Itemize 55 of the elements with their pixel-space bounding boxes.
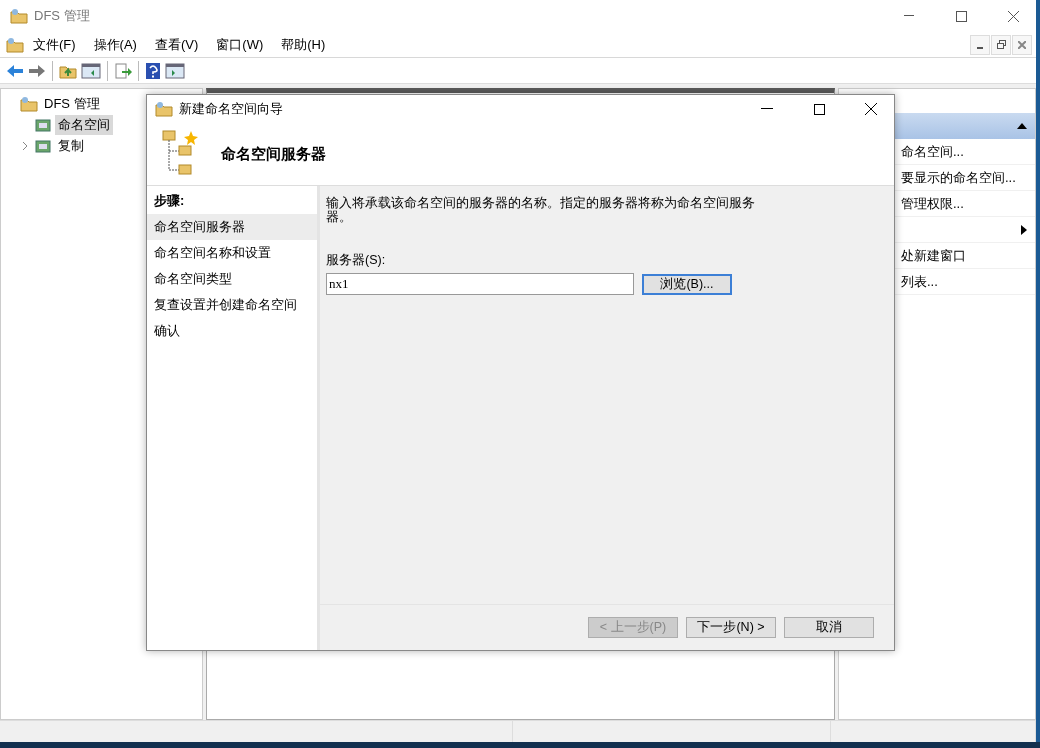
- server-field[interactable]: nx1: [326, 273, 634, 295]
- browse-button[interactable]: 浏览(B)...: [642, 273, 732, 295]
- minimize-icon: [904, 15, 914, 17]
- menu-item[interactable]: 操作(A): [84, 35, 146, 54]
- panel-icon[interactable]: [81, 61, 101, 80]
- forward-arrow-icon[interactable]: [28, 62, 46, 79]
- dialog-title: 新建命名空间向导: [179, 100, 283, 118]
- field-label: 服务器(S):: [326, 252, 387, 269]
- menu-item[interactable]: 查看(V): [145, 35, 208, 54]
- app-icon: [10, 8, 28, 24]
- action-item[interactable]: 命名空间...: [901, 142, 964, 161]
- folder-icon: [20, 95, 38, 112]
- minimize-button[interactable]: [970, 34, 990, 55]
- close-icon: [1007, 10, 1019, 22]
- restore-icon: [996, 40, 1006, 49]
- chevron-icon[interactable]: [21, 140, 29, 151]
- close-icon: [1018, 40, 1026, 49]
- app-icon: [6, 36, 24, 53]
- wizard-button[interactable]: 下一步(N) >: [686, 617, 776, 638]
- help-icon[interactable]: [145, 61, 161, 80]
- wizard-button[interactable]: 取消: [784, 617, 874, 638]
- node-icon: [34, 116, 52, 133]
- minimize-icon: [761, 108, 773, 110]
- restore-button[interactable]: [991, 34, 1011, 55]
- panel-icon[interactable]: [165, 61, 185, 80]
- maximize-icon: [955, 10, 967, 22]
- menu-item[interactable]: 文件(F): [24, 35, 85, 54]
- export-icon[interactable]: [114, 62, 132, 79]
- step-item[interactable]: 命名空间名称和设置: [147, 240, 317, 266]
- tree-item[interactable]: 复制: [55, 135, 87, 156]
- submenu-arrow-icon[interactable]: [1021, 224, 1027, 235]
- step-item[interactable]: 命名空间服务器: [147, 214, 317, 240]
- close-icon: [865, 103, 877, 115]
- action-item[interactable]: 管理权限...: [901, 194, 964, 213]
- action-item[interactable]: 列表...: [901, 272, 938, 291]
- step-item[interactable]: 确认: [147, 318, 317, 344]
- maximize-icon: [813, 103, 825, 115]
- steps-title: 步骤:: [153, 192, 186, 210]
- step-item[interactable]: 复查设置并创建命名空间: [147, 292, 317, 318]
- tree-item[interactable]: DFS 管理: [41, 93, 103, 114]
- action-item[interactable]: 要显示的命名空间...: [901, 168, 1016, 187]
- menu-item[interactable]: 帮助(H): [272, 35, 335, 54]
- page-heading: 命名空间服务器: [221, 144, 326, 164]
- step-item[interactable]: 命名空间类型: [147, 266, 317, 292]
- minimize-icon: [977, 46, 983, 49]
- back-arrow-icon[interactable]: [6, 62, 24, 79]
- tree-item[interactable]: 命名空间: [55, 114, 113, 135]
- collapse-icon[interactable]: [1017, 122, 1027, 130]
- app-icon: [155, 101, 173, 117]
- close-button[interactable]: [1012, 34, 1032, 55]
- window-title: DFS 管理: [34, 7, 90, 25]
- node-icon: [34, 137, 52, 154]
- menu-item[interactable]: 窗口(W): [207, 35, 273, 54]
- action-item[interactable]: 处新建窗口: [901, 246, 966, 265]
- description-text: 输入将承载该命名空间的服务器的名称。指定的服务器将称为命名空间服务器。: [326, 196, 756, 224]
